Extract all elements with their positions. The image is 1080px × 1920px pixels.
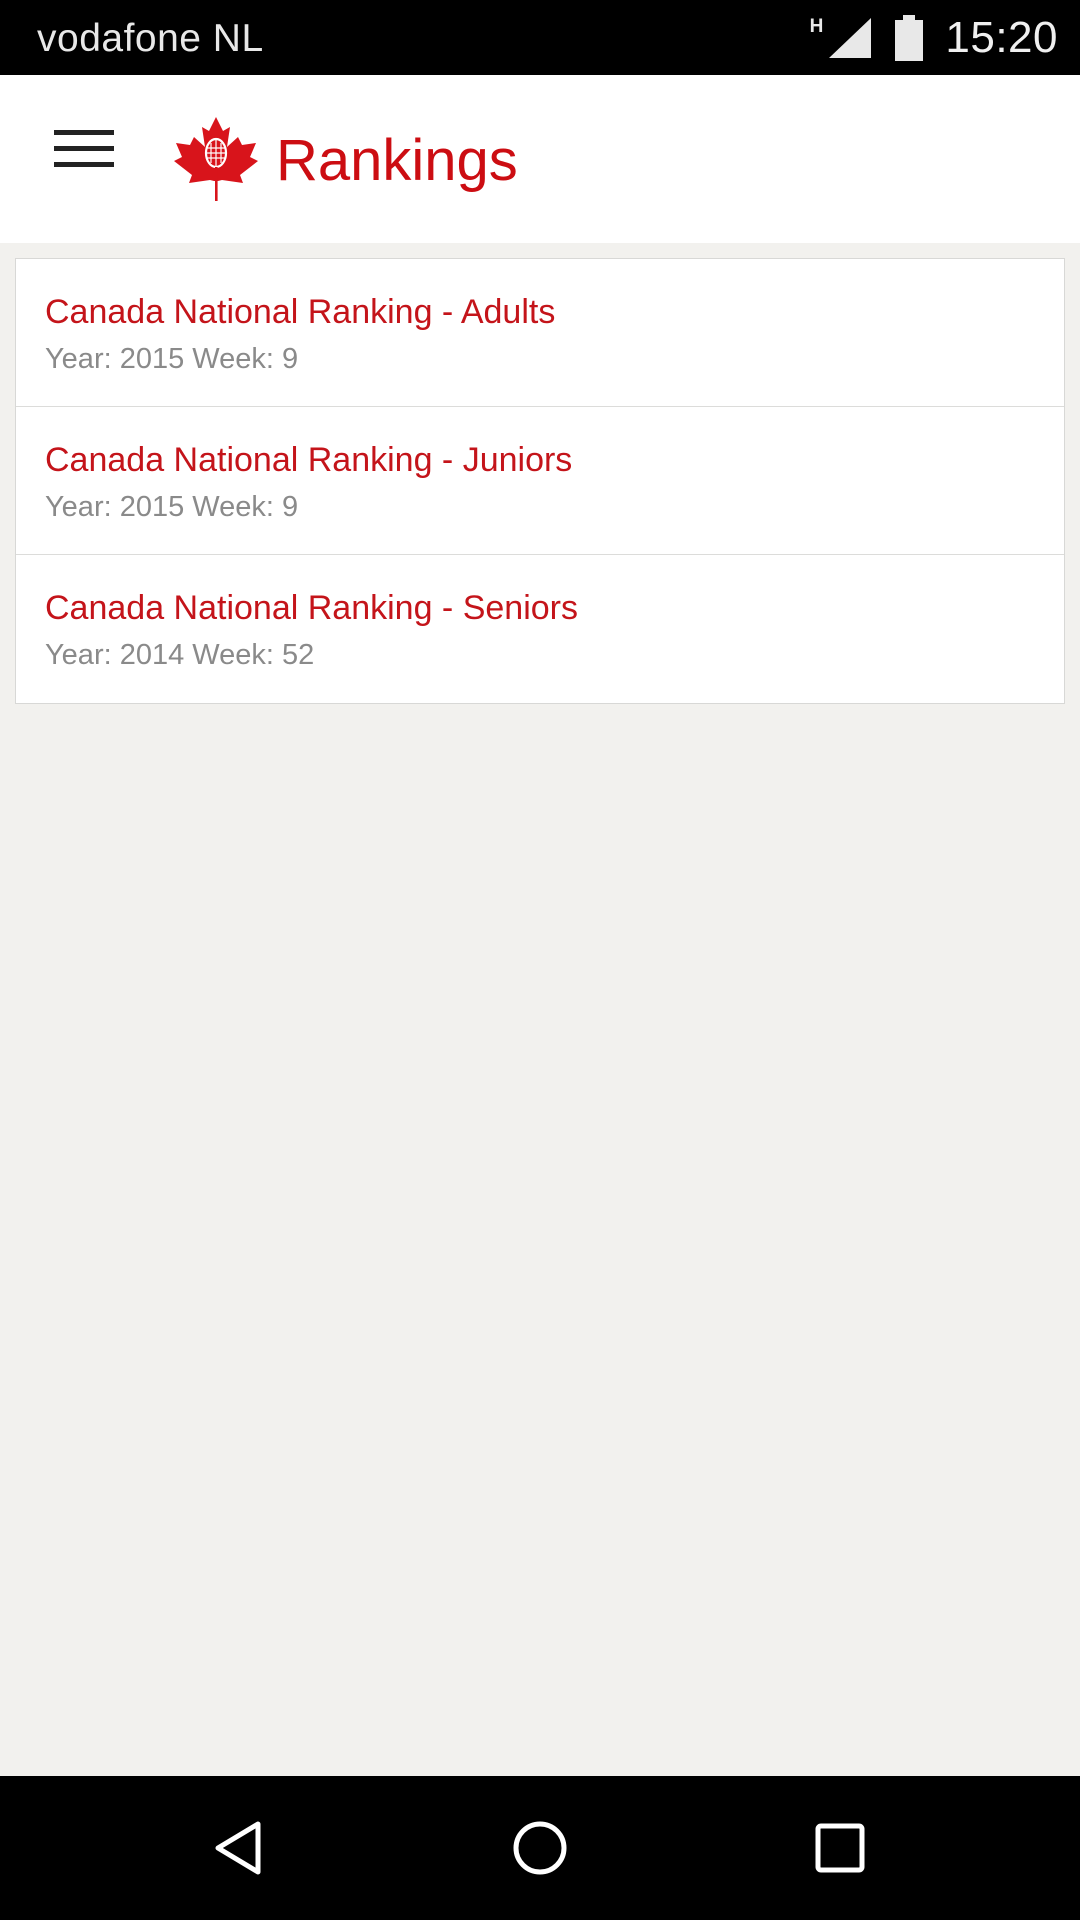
ranking-item-adults[interactable]: Canada National Ranking - Adults Year: 2…: [16, 259, 1064, 407]
ranking-subtitle: Year: 2015 Week: 9: [45, 343, 299, 375]
ranking-title: Canada National Ranking - Adults: [45, 293, 556, 331]
recent-apps-icon[interactable]: [790, 1798, 890, 1898]
status-bar: vodafone NL H 15:20: [0, 0, 1080, 75]
battery-icon: [895, 14, 924, 61]
ranking-item-juniors[interactable]: Canada National Ranking - Juniors Year: …: [16, 407, 1064, 555]
page-title: Rankings: [276, 128, 518, 193]
network-type: H: [809, 16, 824, 37]
status-icons: H 15:20: [810, 0, 1058, 75]
clock: 15:20: [945, 12, 1058, 62]
ranking-subtitle: Year: 2014 Week: 52: [45, 639, 315, 671]
navigation-bar: [0, 1776, 1080, 1920]
ranking-subtitle: Year: 2015 Week: 9: [45, 491, 299, 523]
signal-icon: [829, 17, 872, 58]
hamburger-menu-icon[interactable]: [50, 128, 118, 186]
home-icon[interactable]: [490, 1798, 590, 1898]
ranking-title: Canada National Ranking - Juniors: [45, 441, 573, 479]
rankings-list: Canada National Ranking - Adults Year: 2…: [15, 258, 1065, 704]
maple-leaf-racket-logo: [174, 117, 258, 201]
ranking-item-seniors[interactable]: Canada National Ranking - Seniors Year: …: [16, 555, 1064, 703]
back-icon[interactable]: [190, 1798, 290, 1898]
carrier-name: vodafone NL: [37, 17, 264, 60]
ranking-title: Canada National Ranking - Seniors: [45, 589, 578, 627]
app-bar: Rankings: [0, 75, 1080, 243]
